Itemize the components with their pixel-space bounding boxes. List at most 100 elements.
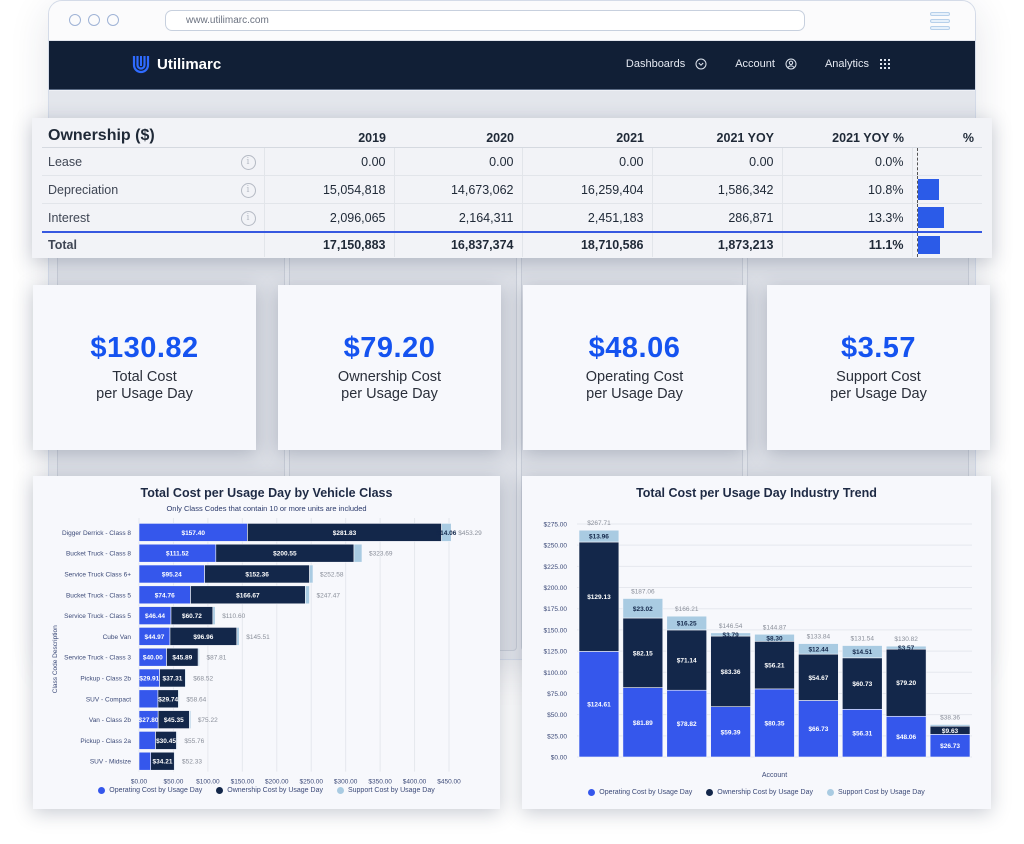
- pct-axis-line: [916, 148, 918, 175]
- bar-segment: [197, 647, 200, 667]
- legend-item-ownership[interactable]: Ownership Cost by Usage Day: [706, 789, 813, 796]
- data-label: $34.21: [153, 759, 173, 766]
- info-icon[interactable]: i: [240, 211, 256, 226]
- legend-item-operating[interactable]: Operating Cost by Usage Day: [98, 787, 202, 794]
- data-label: $95.24: [162, 572, 182, 579]
- legend-item-ownership[interactable]: Ownership Cost by Usage Day: [216, 787, 323, 794]
- legend-item-support[interactable]: Support Cost by Usage Day: [826, 789, 925, 796]
- vehicle-class-bar-chart: $0.00 $50.00 $100.00 $150.00 $200.00 $250.00 $…: [52, 518, 482, 786]
- total-label: $252.58: [320, 572, 344, 579]
- y-tick-label: $175.00: [544, 606, 568, 613]
- table-cell: 1,873,213: [652, 231, 783, 257]
- info-icon[interactable]: i: [240, 155, 256, 170]
- total-label: $247.47: [316, 592, 340, 599]
- column-header[interactable]: 2021: [522, 122, 652, 148]
- category-label: Pickup - Class 2b: [80, 676, 131, 683]
- kpi-card-ownership-cost: $79.20 Ownership Cost per Usage Day: [278, 285, 501, 450]
- x-tick-label: $350.00: [368, 779, 392, 786]
- column-header[interactable]: %: [912, 122, 982, 148]
- x-axis-label: Account: [762, 772, 787, 779]
- legend-dot-icon: [588, 789, 596, 796]
- total-label: $144.87: [763, 624, 787, 631]
- chevron-circle-down-icon: [695, 58, 707, 70]
- bar-segment: [309, 564, 314, 584]
- url-bar[interactable]: www.utilimarc.com: [165, 10, 805, 31]
- y-tick-label: $275.00: [544, 522, 568, 529]
- column-header[interactable]: 2020: [394, 122, 522, 148]
- info-cell: i: [232, 147, 265, 176]
- total-label: $267.71: [587, 520, 611, 527]
- category-label: Pickup - Class 2a: [80, 738, 131, 745]
- pct-bar-cell: [912, 147, 982, 176]
- data-label: $81.89: [633, 720, 653, 727]
- data-label: $26.73: [940, 743, 960, 750]
- category-label: Bucket Truck - Class 8: [66, 551, 131, 558]
- total-label: $187.06: [631, 589, 655, 596]
- category-label: Cube Van: [103, 634, 132, 641]
- column-header[interactable]: 2019: [264, 122, 394, 148]
- data-label: $16.25: [677, 621, 697, 628]
- total-label: $130.82: [894, 636, 918, 643]
- bar-segment: [138, 689, 159, 709]
- legend-dot-icon: [706, 789, 714, 796]
- row-label: Interest: [42, 203, 233, 233]
- window-minimize-button[interactable]: [88, 14, 100, 26]
- data-label: $54.67: [808, 675, 828, 682]
- table-cell: 18,710,586: [522, 231, 653, 257]
- kpi-card-support-cost: $3.57 Support Cost per Usage Day: [767, 285, 990, 450]
- y-tick-label: $225.00: [544, 564, 568, 571]
- column-header[interactable]: 2021 YOY %: [782, 122, 912, 148]
- grid-dots-icon: [879, 58, 891, 70]
- data-label: $56.31: [852, 731, 872, 738]
- column-header[interactable]: 2021 YOY: [652, 122, 782, 148]
- category-label: SUV - Midsize: [90, 759, 132, 766]
- window-maximize-button[interactable]: [107, 14, 119, 26]
- data-label: $82.15: [633, 650, 653, 657]
- nav-item-label: Account: [735, 58, 775, 70]
- legend-dot-icon: [216, 787, 224, 794]
- pct-bar: [917, 207, 945, 228]
- data-label: $56.21: [765, 663, 785, 670]
- nav-item-dashboards[interactable]: Dashboards: [626, 58, 707, 70]
- brand-name: Utilimarc: [157, 55, 222, 73]
- table-cell: 0.00: [652, 147, 783, 176]
- data-label: $9.63: [942, 728, 959, 735]
- y-tick-label: $75.00: [547, 691, 567, 698]
- y-tick-label: $150.00: [544, 627, 568, 634]
- data-label: $79.20: [896, 680, 916, 687]
- legend-item-support[interactable]: Support Cost by Usage Day: [336, 787, 435, 794]
- total-label: $58.64: [186, 696, 206, 703]
- data-label: $46.44: [145, 613, 165, 620]
- data-label: $23.02: [633, 606, 653, 613]
- data-label: $3.57: [898, 645, 915, 652]
- x-tick-label: $400.00: [403, 779, 427, 786]
- pct-bar-cell: [912, 203, 982, 233]
- bar-segment: [138, 731, 156, 750]
- industry-trend-bar-chart: $0.00 $25.00 $50.00 $75.00 $100.00 $125.00 $15…: [544, 520, 972, 779]
- x-tick-label: $150.00: [231, 779, 255, 786]
- row-label: Total: [42, 231, 233, 257]
- pct-bar-cell: [912, 231, 982, 257]
- bar-segment: [929, 724, 971, 727]
- kpi-card-total-cost: $130.82 Total Cost per Usage Day: [33, 285, 256, 450]
- chart-legend: Operating Cost by Usage Day Ownership Co…: [33, 787, 500, 794]
- table-cell: 2,451,183: [522, 203, 653, 233]
- table-row: Lease i 0.00 0.00 0.00 0.00 0.0%: [42, 147, 982, 176]
- nav-item-account[interactable]: Account: [735, 58, 797, 70]
- window-close-button[interactable]: [69, 14, 81, 26]
- x-tick-label: $100.00: [196, 779, 220, 786]
- y-tick-label: $25.00: [547, 733, 567, 740]
- browser-toolbar: www.utilimarc.com: [49, 1, 975, 41]
- brand-logo[interactable]: Utilimarc: [131, 54, 221, 74]
- data-label: $157.40: [181, 530, 205, 537]
- data-label: $48.06: [896, 734, 916, 741]
- nav-item-analytics[interactable]: Analytics: [825, 58, 891, 70]
- vehicle-class-chart-card: Total Cost per Usage Day by Vehicle Clas…: [33, 476, 500, 809]
- info-icon[interactable]: i: [240, 183, 256, 198]
- legend-dot-icon: [826, 789, 834, 796]
- kpi-label: Total Cost per Usage Day: [96, 369, 193, 402]
- window-controls: [69, 14, 119, 26]
- info-cell: i: [232, 175, 265, 204]
- browser-menu-icon[interactable]: [930, 12, 950, 30]
- legend-item-operating[interactable]: Operating Cost by Usage Day: [588, 789, 692, 796]
